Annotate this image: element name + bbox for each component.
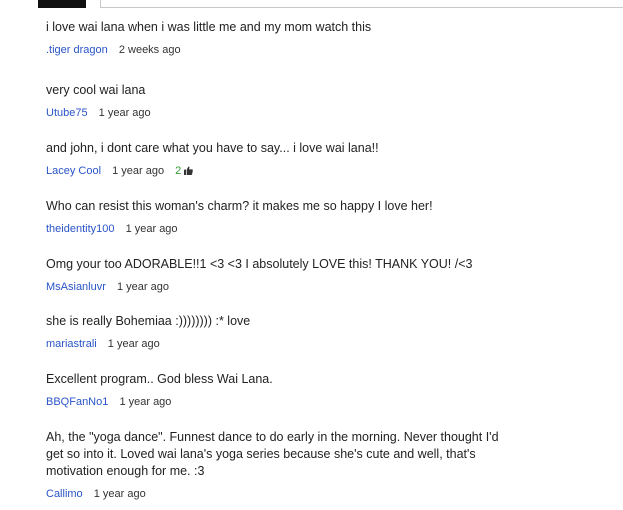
comment-text: Omg your too ADORABLE!!1 <3 <3 I absolut…	[46, 257, 473, 271]
comment-time: 1 year ago	[119, 396, 172, 408]
like-count: 2	[175, 165, 182, 177]
comment-item: Ah, the "yoga dance". Funnest dance to d…	[46, 429, 501, 501]
comment-meta: mariastrali 1 year ago	[46, 337, 606, 351]
comment-meta: theidentity100 1 year ago	[46, 222, 606, 236]
comment-meta: .tiger dragon 2 weeks ago	[46, 43, 606, 57]
comment-text: i love wai lana when i was little me and…	[46, 20, 372, 34]
comment-meta: Utube75 1 year ago	[46, 106, 606, 120]
comment-item: Who can resist this woman's charm? it ma…	[46, 198, 606, 236]
comment-text: she is really Bohemiaa :)))))))) :* love	[46, 314, 251, 328]
comment-item: and john, i dont care what you have to s…	[46, 140, 606, 178]
comment-item: very cool wai lana Utube75 1 year ago	[46, 82, 606, 120]
comment-text: and john, i dont care what you have to s…	[46, 141, 379, 155]
comment-item: Omg your too ADORABLE!!1 <3 <3 I absolut…	[46, 256, 606, 294]
thumbs-up-icon[interactable]	[184, 166, 194, 175]
comment-author-link[interactable]: Callimo	[46, 488, 83, 500]
comment-text: Who can resist this woman's charm? it ma…	[46, 199, 433, 213]
top-black-tab	[38, 0, 86, 8]
comment-meta: Callimo 1 year ago	[46, 487, 501, 501]
comment-item: she is really Bohemiaa :)))))))) :* love…	[46, 313, 606, 351]
comment-time: 2 weeks ago	[118, 44, 181, 56]
comments-page: i love wai lana when i was little me and…	[0, 0, 623, 510]
top-input-box[interactable]	[100, 0, 623, 8]
comment-author-link[interactable]: Lacey Cool	[46, 165, 101, 177]
comment-meta: Lacey Cool 1 year ago 2	[46, 164, 606, 178]
comment-author-link[interactable]: .tiger dragon	[46, 44, 108, 56]
comment-text: very cool wai lana	[46, 83, 146, 97]
comment-item: Excellent program.. God bless Wai Lana. …	[46, 371, 606, 409]
comment-text: Ah, the "yoga dance". Funnest dance to d…	[46, 430, 499, 478]
comment-author-link[interactable]: theidentity100	[46, 223, 115, 235]
comment-meta: MsAsianluvr 1 year ago	[46, 280, 606, 294]
comment-time: 1 year ago	[93, 488, 146, 500]
comment-author-link[interactable]: Utube75	[46, 107, 88, 119]
comment-time: 1 year ago	[125, 223, 178, 235]
comment-meta: BBQFanNo1 1 year ago	[46, 395, 606, 409]
comment-author-link[interactable]: BBQFanNo1	[46, 396, 108, 408]
comment-text: Excellent program.. God bless Wai Lana.	[46, 372, 273, 386]
comment-time: 1 year ago	[98, 107, 151, 119]
comment-author-link[interactable]: mariastrali	[46, 338, 97, 350]
comment-item: i love wai lana when i was little me and…	[46, 19, 606, 57]
comment-author-link[interactable]: MsAsianluvr	[46, 281, 106, 293]
comment-time: 1 year ago	[107, 338, 160, 350]
comment-time: 1 year ago	[116, 281, 169, 293]
comment-time: 1 year ago	[112, 165, 165, 177]
top-strip	[0, 0, 623, 8]
